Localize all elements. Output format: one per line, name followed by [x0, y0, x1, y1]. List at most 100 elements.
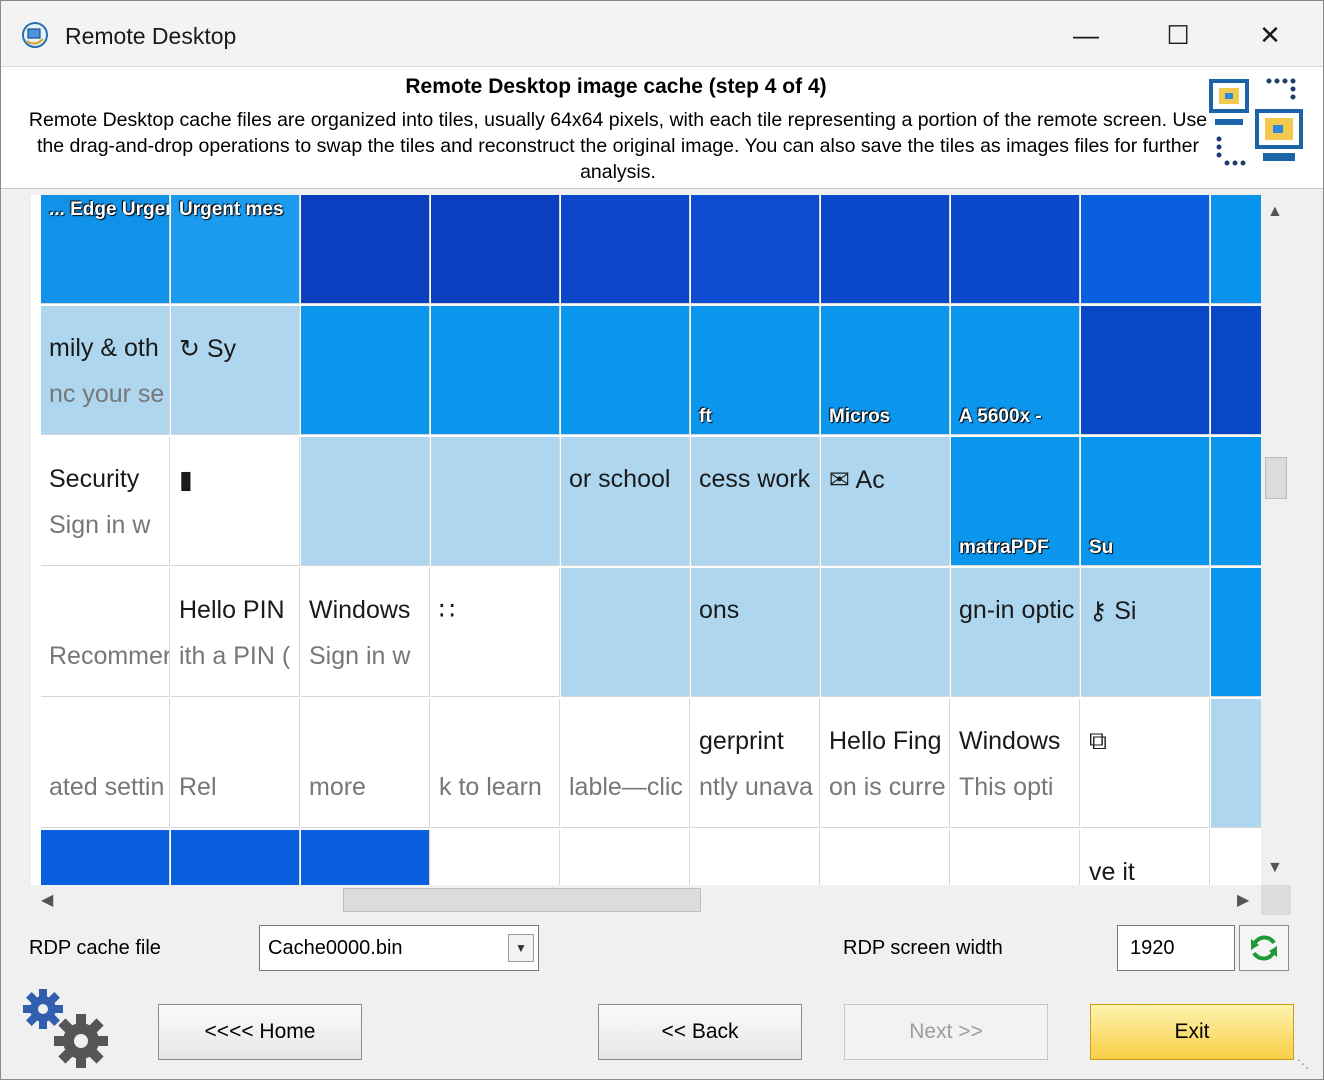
- title-bar[interactable]: Remote Desktop — ☐ ✕: [1, 1, 1323, 67]
- cache-tile[interactable]: [561, 568, 690, 697]
- cache-tile[interactable]: gn-in optic: [951, 568, 1080, 697]
- resize-grip-icon[interactable]: ⋱: [1297, 1057, 1309, 1071]
- exit-button[interactable]: Exit: [1090, 1004, 1294, 1060]
- minimize-button[interactable]: —: [1051, 11, 1121, 59]
- cache-tile[interactable]: [691, 195, 820, 304]
- horizontal-scrollbar[interactable]: ◀ ▶: [31, 885, 1261, 915]
- tile-text: Hello Fing: [829, 727, 942, 755]
- cache-tile[interactable]: ons: [691, 568, 820, 697]
- tile-text: ∷: [439, 597, 455, 625]
- cache-tile[interactable]: [561, 195, 690, 304]
- cache-tile[interactable]: [561, 306, 690, 435]
- home-button[interactable]: <<<< Home: [158, 1004, 362, 1060]
- cache-tile[interactable]: lable—clic: [561, 699, 690, 828]
- cache-tile[interactable]: ∷: [431, 568, 560, 697]
- maximize-button[interactable]: ☐: [1143, 11, 1213, 59]
- tile-text: A 5600x -: [959, 406, 1042, 427]
- cache-tile[interactable]: [821, 568, 950, 697]
- tile-text: or school: [569, 465, 671, 493]
- scroll-right-icon[interactable]: ▶: [1237, 890, 1249, 910]
- cache-tile[interactable]: Rel: [171, 699, 300, 828]
- cache-tile[interactable]: cess work: [691, 437, 820, 566]
- cache-tile[interactable]: [1211, 306, 1261, 435]
- cache-tile[interactable]: [431, 830, 560, 885]
- cache-tile[interactable]: Micros: [821, 306, 950, 435]
- tile-text: gn-in optic: [959, 596, 1075, 624]
- cache-tile[interactable]: ↻ Sy: [171, 306, 300, 435]
- cache-tile[interactable]: [1081, 306, 1210, 435]
- cache-tile[interactable]: more: [301, 699, 430, 828]
- cache-tile[interactable]: Urgent mes: [171, 195, 300, 304]
- cache-file-label: RDP cache file: [29, 937, 161, 959]
- cache-tile[interactable]: ⚷ Si: [1081, 568, 1210, 697]
- cache-tile[interactable]: [301, 195, 430, 304]
- cache-tile[interactable]: [431, 195, 560, 304]
- cache-tile[interactable]: [431, 306, 560, 435]
- cache-tile[interactable]: Recommer: [41, 568, 170, 697]
- cache-tile[interactable]: [1211, 830, 1261, 885]
- tile-text: mily & oth: [49, 334, 159, 362]
- window-title: Remote Desktop: [65, 23, 237, 49]
- vertical-scrollbar[interactable]: ▲ ▼: [1261, 195, 1291, 885]
- cache-tile[interactable]: matraPDF: [951, 437, 1080, 566]
- scroll-up-icon[interactable]: ▲: [1267, 203, 1283, 221]
- chevron-down-icon[interactable]: ▼: [508, 934, 534, 962]
- next-button[interactable]: Next >>: [844, 1004, 1048, 1060]
- cache-tile[interactable]: [1081, 195, 1210, 304]
- vertical-scroll-thumb[interactable]: [1265, 457, 1287, 499]
- refresh-button[interactable]: [1239, 925, 1289, 971]
- cache-tile[interactable]: before you: [691, 830, 820, 885]
- cache-tile[interactable]: k to learn: [431, 699, 560, 828]
- screen-width-input[interactable]: [1117, 925, 1235, 971]
- cache-tile[interactable]: ⧉: [1081, 699, 1210, 828]
- cache-tile[interactable]: ✉ Ac: [821, 437, 950, 566]
- close-button[interactable]: ✕: [1235, 11, 1305, 59]
- tile-text: ft: [699, 406, 712, 427]
- cache-tile[interactable]: [1211, 195, 1261, 304]
- cache-tile[interactable]: [301, 306, 430, 435]
- tile-text: gerprint: [699, 727, 784, 755]
- cache-tile[interactable]: ated settin: [41, 699, 170, 828]
- back-button[interactable]: << Back: [598, 1004, 802, 1060]
- cache-tile[interactable]: [1211, 437, 1261, 566]
- cache-tile[interactable]: mily & oth nc your se: [41, 306, 170, 435]
- cache-tile[interactable]: [1211, 699, 1261, 828]
- cache-tile[interactable]: [301, 830, 430, 885]
- tile-subtext: Rel: [179, 773, 217, 801]
- cache-file-select[interactable]: Cache0000.bin ▼: [259, 925, 539, 971]
- cache-tile[interactable]: [171, 830, 300, 885]
- scroll-down-icon[interactable]: ▼: [1267, 859, 1283, 877]
- cache-tile[interactable]: [951, 195, 1080, 304]
- cache-tile[interactable]: Security Sign in w: [41, 437, 170, 566]
- tile-subtext: This opti: [959, 773, 1054, 801]
- tile-text: ... Edge Urgent me: [49, 199, 169, 220]
- cache-tile[interactable]: [301, 437, 430, 566]
- cache-tile[interactable]: ve it: [1081, 830, 1210, 885]
- cache-tile[interactable]: [821, 195, 950, 304]
- cache-tile[interactable]: Hello Fing on is curre: [821, 699, 950, 828]
- cache-tile[interactable]: ft: [691, 306, 820, 435]
- cache-tile[interactable]: Hello PIN ith a PIN (: [171, 568, 300, 697]
- scroll-left-icon[interactable]: ◀: [41, 890, 53, 910]
- cache-tile[interactable]: Windows Sign in w: [301, 568, 430, 697]
- cache-tile[interactable]: Su: [1081, 437, 1210, 566]
- tile-text: Su: [1089, 537, 1114, 558]
- cache-tile[interactable]: ▮: [171, 437, 300, 566]
- step-header: Remote Desktop image cache (step 4 of 4)…: [1, 67, 1323, 189]
- cache-tile[interactable]: [431, 437, 560, 566]
- cache-tile[interactable]: or school: [561, 437, 690, 566]
- tile-text: ons: [699, 596, 740, 624]
- cache-tile[interactable]: ... Edge Urgent me: [41, 195, 170, 304]
- cache-tile[interactable]: Windows This opti: [951, 699, 1080, 828]
- cache-tile[interactable]: [41, 830, 170, 885]
- tile-text: ▮: [179, 466, 193, 494]
- cache-tile[interactable]: o key + L: [821, 830, 950, 885]
- cache-tile[interactable]: [1211, 568, 1261, 697]
- cache-tile[interactable]: gerprint ntly unava: [691, 699, 820, 828]
- cache-tile[interactable]: walk away: [561, 830, 690, 885]
- horizontal-scroll-thumb[interactable]: [343, 888, 701, 912]
- cache-file-value: Cache0000.bin: [268, 937, 403, 959]
- cache-tile[interactable]: A 5600x -: [951, 306, 1080, 435]
- tile-grid[interactable]: ... Edge Urgent me Urgent mes mily & oth nc…: [31, 195, 1261, 885]
- cache-tile[interactable]: log: [951, 830, 1080, 885]
